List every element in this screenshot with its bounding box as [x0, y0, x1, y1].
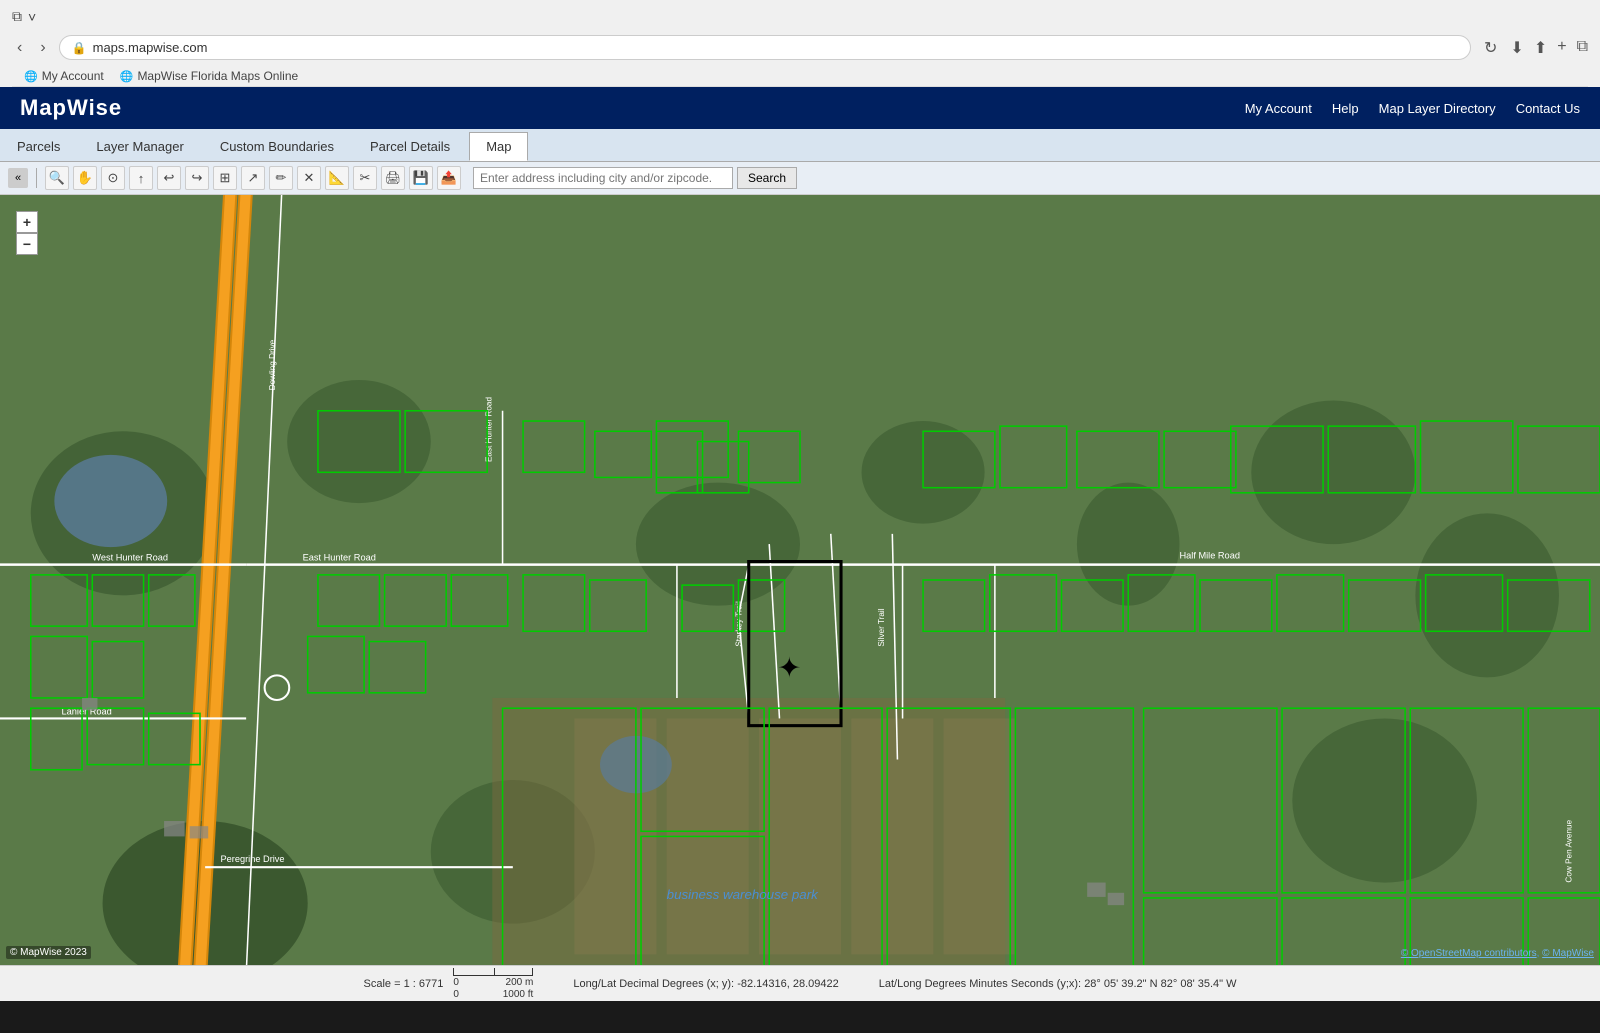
scale-labels: 0 200 m [453, 977, 533, 988]
tool-print[interactable]: 🖨 [381, 166, 405, 190]
search-button[interactable]: Search [737, 167, 797, 189]
zoom-controls: + − [16, 211, 38, 255]
tool-draw[interactable]: ✏ [269, 166, 293, 190]
search-input[interactable] [473, 167, 733, 189]
tab-icon: ⧉ [12, 8, 22, 25]
tool-zoom-extent[interactable]: ⊞ [213, 166, 237, 190]
bookmark-mapwise-icon: 🌐 [120, 70, 134, 83]
toolbar-collapse-btn[interactable]: « [8, 168, 28, 188]
tool-pan[interactable]: ✋ [73, 166, 97, 190]
tool-clear[interactable]: ✕ [297, 166, 321, 190]
svg-text:East Hunter Road: East Hunter Road [484, 397, 493, 463]
tool-back[interactable]: ↩ [157, 166, 181, 190]
svg-text:business warehouse park: business warehouse park [667, 887, 819, 902]
scale-text: Scale = 1 : 6771 [364, 978, 444, 990]
toolbar: « 🔍 ✋ ⊙ ↑ ↩ ↪ ⊞ ↗ ✏ ✕ 📐 ✂ 🖨 💾 📤 Search [0, 162, 1600, 195]
search-container: Search [473, 167, 797, 189]
mapwise-header: MapWise My Account Help Map Layer Direct… [0, 87, 1600, 129]
status-bar: Scale = 1 : 6771 0 200 m 0 1000 ft Long/… [0, 965, 1600, 1001]
tab-map[interactable]: Map [469, 132, 528, 161]
browser-nav-bar: ‹ › 🔒 maps.mapwise.com ↻ ⬇ ⬆ + ⧉ [12, 31, 1588, 66]
header-nav: My Account Help Map Layer Directory Cont… [1245, 101, 1580, 116]
bookmark-account-label: My Account [42, 69, 104, 83]
coords-dms-label: Lat/Long Degrees Minutes Seconds (y;x): [879, 978, 1081, 990]
browser-tab-icons: ⧉ ˅ [12, 8, 36, 25]
svg-text:West Hunter Road: West Hunter Road [92, 553, 168, 563]
tool-navigate[interactable]: ↑ [129, 166, 153, 190]
new-tab-icon[interactable]: + [1557, 38, 1566, 58]
sidebar-icon[interactable]: ⧉ [1577, 38, 1588, 58]
svg-text:Half Mile Road: Half Mile Road [1179, 550, 1239, 560]
svg-text:Peregrine Drive: Peregrine Drive [221, 854, 285, 864]
bookmarks-bar: 🌐 My Account 🌐 MapWise Florida Maps Onli… [12, 66, 1588, 87]
tool-measure[interactable]: 📐 [325, 166, 349, 190]
zoom-in-button[interactable]: + [16, 211, 38, 233]
chevron-down-icon: ˅ [28, 9, 36, 25]
map-copyright-right: © OpenStreetMap contributors, © MapWise [1401, 948, 1594, 959]
coords-decimal: Long/Lat Decimal Degrees (x; y): -82.143… [573, 978, 838, 990]
tab-layer-manager[interactable]: Layer Manager [79, 132, 200, 161]
osm-link[interactable]: © OpenStreetMap contributors [1401, 948, 1537, 959]
reload-button[interactable]: ↻ [1479, 36, 1502, 60]
zoom-out-button[interactable]: − [16, 233, 38, 255]
scale-line [453, 968, 533, 976]
scale-bar: Scale = 1 : 6771 0 200 m 0 1000 ft [364, 968, 534, 1000]
nav-help[interactable]: Help [1332, 101, 1359, 116]
svg-text:✦: ✦ [777, 652, 801, 684]
tab-parcels[interactable]: Parcels [0, 132, 77, 161]
scale-ft-zero: 0 [453, 989, 459, 1000]
map-copyright: © MapWise 2023 [6, 946, 91, 959]
nav-directory[interactable]: Map Layer Directory [1379, 101, 1496, 116]
nav-contact[interactable]: Contact Us [1516, 101, 1580, 116]
toolbar-divider-1 [36, 168, 37, 188]
scale-zero: 0 [453, 977, 459, 988]
tool-target[interactable]: ⊙ [101, 166, 125, 190]
tool-export[interactable]: 📤 [437, 166, 461, 190]
address-text: maps.mapwise.com [93, 40, 208, 55]
scale-ft-labels: 0 1000 ft [453, 989, 533, 1000]
coords-decimal-label: Long/Lat Decimal Degrees (x; y): [573, 978, 734, 990]
browser-tab-bar: ⧉ ˅ [12, 8, 1588, 25]
svg-text:Cow Pen Avenue: Cow Pen Avenue [1564, 819, 1573, 882]
tab-bar: Parcels Layer Manager Custom Boundaries … [0, 129, 1600, 162]
download-icon[interactable]: ⬇ [1510, 38, 1523, 58]
address-bar[interactable]: 🔒 maps.mapwise.com [59, 35, 1471, 60]
back-button[interactable]: ‹ [12, 37, 27, 59]
forward-button[interactable]: › [35, 37, 50, 59]
tool-clip[interactable]: ✂ [353, 166, 377, 190]
tool-save[interactable]: 💾 [409, 166, 433, 190]
scale-feet: 1000 ft [503, 989, 534, 1000]
tab-custom-boundaries[interactable]: Custom Boundaries [203, 132, 351, 161]
coords-decimal-value: -82.14316, 28.09422 [737, 978, 839, 990]
tool-zoom-in[interactable]: 🔍 [45, 166, 69, 190]
map-container[interactable]: West Hunter Road East Hunter Road Half M… [0, 195, 1600, 965]
bookmark-mapwise-label: MapWise Florida Maps Online [137, 69, 298, 83]
bookmark-my-account[interactable]: 🌐 My Account [24, 69, 104, 83]
svg-text:Silver Trail: Silver Trail [877, 608, 886, 646]
tool-forward[interactable]: ↪ [185, 166, 209, 190]
svg-text:East Hunter Road: East Hunter Road [303, 553, 376, 563]
svg-text:Dowling Drive: Dowling Drive [268, 339, 277, 390]
coords-dms-value: 28° 05' 39.2" N 82° 08' 35.4" W [1084, 978, 1236, 990]
share-icon[interactable]: ⬆ [1534, 38, 1547, 58]
bookmark-account-icon: 🌐 [24, 70, 38, 83]
browser-chrome: ⧉ ˅ ‹ › 🔒 maps.mapwise.com ↻ ⬇ ⬆ + ⧉ 🌐 M… [0, 0, 1600, 87]
scale-meters: 200 m [506, 977, 534, 988]
tool-identify[interactable]: ↗ [241, 166, 265, 190]
scale-line-container: 0 200 m 0 1000 ft [453, 968, 533, 1000]
bookmark-mapwise[interactable]: 🌐 MapWise Florida Maps Online [120, 69, 298, 83]
nav-my-account[interactable]: My Account [1245, 101, 1312, 116]
mapwise-logo: MapWise [20, 95, 122, 121]
app-container: MapWise My Account Help Map Layer Direct… [0, 87, 1600, 1001]
lock-icon: 🔒 [72, 41, 87, 55]
mapwise-link[interactable]: © MapWise [1542, 948, 1594, 959]
nav-action-icons: ⬇ ⬆ + ⧉ [1510, 38, 1588, 58]
tab-parcel-details[interactable]: Parcel Details [353, 132, 467, 161]
coords-dms: Lat/Long Degrees Minutes Seconds (y;x): … [879, 978, 1237, 990]
map-svg: West Hunter Road East Hunter Road Half M… [0, 195, 1600, 965]
